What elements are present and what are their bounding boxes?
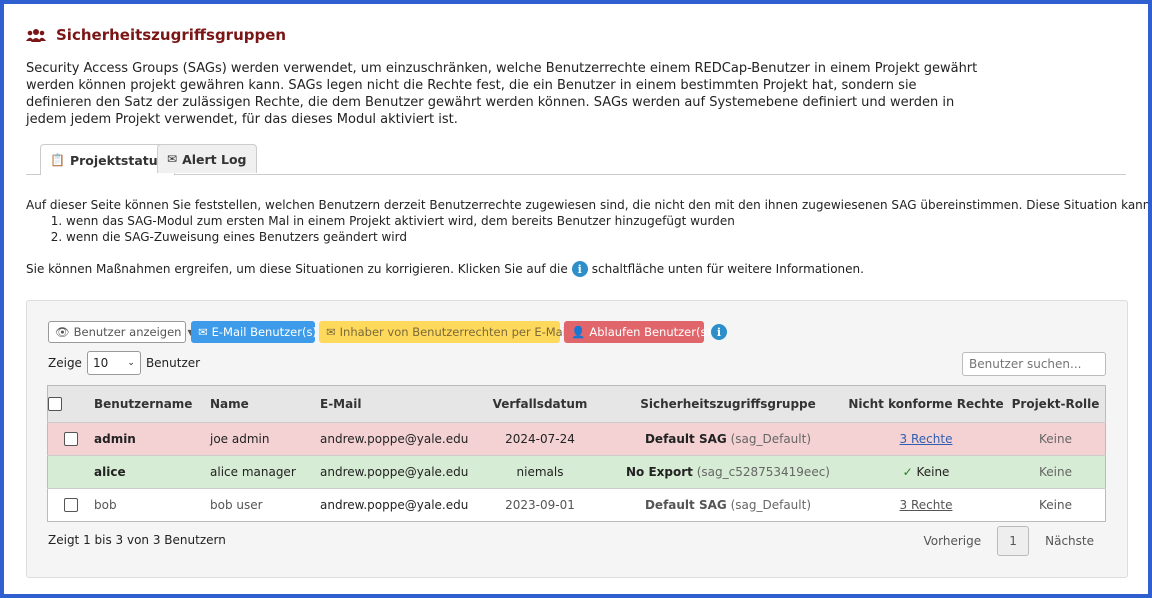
- column-header[interactable]: Nicht konforme Rechte: [846, 385, 1006, 423]
- name-cell: joe admin: [210, 422, 320, 456]
- column-header[interactable]: Name: [210, 385, 320, 423]
- username-cell: admin: [94, 422, 210, 456]
- email-cell: andrew.poppe@yale.edu: [320, 488, 470, 522]
- table-row: bob bob user andrew.poppe@yale.edu 2023-…: [47, 488, 1106, 522]
- users-table: Benutzername Name E-Mail Verfallsdatum S…: [47, 385, 1106, 522]
- pagination-previous[interactable]: Vorherige: [924, 534, 982, 548]
- column-header[interactable]: Verfallsdatum: [470, 385, 610, 423]
- envelope-user-icon: ✉: [326, 325, 336, 339]
- noncompliant-cell: ✓ Keine: [846, 455, 1006, 489]
- expire-users-button[interactable]: 👤 Ablaufen Benutzer(s): [564, 321, 711, 343]
- info-icon[interactable]: i: [711, 324, 727, 340]
- page-title: Sicherheitszugriffsgruppen: [26, 26, 286, 44]
- page-length-select[interactable]: 10 ⌄: [86, 351, 141, 375]
- email-cell: andrew.poppe@yale.edu: [320, 422, 470, 456]
- noncompliant-rights-link[interactable]: 3 Rechte: [900, 498, 953, 512]
- name-cell: alice manager: [210, 455, 320, 489]
- noncompliant-cell: 3 Rechte: [846, 422, 1006, 456]
- pagination-page[interactable]: 1: [997, 526, 1030, 556]
- info-icon[interactable]: i: [571, 261, 588, 277]
- row-checkbox[interactable]: [64, 432, 78, 447]
- select-all-checkbox[interactable]: [48, 397, 62, 412]
- role-cell: Keine: [1006, 488, 1106, 522]
- table-info: Zeigt 1 bis 3 von 3 Benutzern: [48, 533, 226, 547]
- table-header-row: Benutzername Name E-Mail Verfallsdatum S…: [47, 385, 1106, 423]
- users-group-icon: [26, 29, 46, 42]
- username-cell: alice: [94, 455, 210, 489]
- email-cell: andrew.poppe@yale.edu: [320, 455, 470, 489]
- page-frame: Sicherheitszugriffsgruppen Security Acce…: [4, 4, 1148, 594]
- noncompliant-rights-link[interactable]: 3 Rechte: [900, 432, 953, 446]
- action-hint: Sie können Maßnahmen ergreifen, um diese…: [26, 261, 864, 277]
- show-users-dropdown[interactable]: 👁 Benutzer anzeigen ▼: [48, 321, 194, 343]
- row-checkbox[interactable]: [64, 498, 78, 513]
- envelopes-icon: ✉: [167, 152, 178, 166]
- description-text: Auf dieser Seite können Sie feststellen,…: [26, 198, 1148, 212]
- column-header[interactable]: Projekt-Rolle: [1006, 385, 1106, 423]
- expiration-cell: 2024-07-24: [470, 422, 610, 456]
- table-row: admin joe admin andrew.poppe@yale.edu 20…: [47, 422, 1106, 456]
- user-xmark-icon: 👤: [571, 325, 586, 339]
- expiration-cell: niemals: [470, 455, 610, 489]
- noncompliant-cell: 3 Rechte: [846, 488, 1006, 522]
- page-title-text: Sicherheitszugriffsgruppen: [56, 26, 287, 44]
- tab-bar: 📋 Projektstatus ✉ Alert Log: [26, 144, 1126, 175]
- intro-paragraph: Security Access Groups (SAGs) werden ver…: [26, 61, 978, 127]
- check-icon: ✓: [902, 465, 913, 479]
- page-length-control: Zeige 10 ⌄ Benutzer: [48, 351, 200, 375]
- username-cell: bob: [94, 488, 210, 522]
- description-item: wenn das SAG-Modul zum ersten Mal in ein…: [66, 213, 1148, 229]
- chevron-down-icon: ⌄: [127, 358, 135, 368]
- role-cell: Keine: [1006, 422, 1106, 456]
- sag-cell: Default SAG (sag_Default): [610, 422, 846, 456]
- expiration-cell: 2023-09-01: [470, 488, 610, 522]
- eye-icon: 👁: [55, 325, 70, 339]
- clipboard-check-icon: 📋: [50, 153, 65, 167]
- email-rights-holders-button[interactable]: ✉ Inhaber von Benutzerrechten per E-Mail: [319, 321, 569, 343]
- name-cell: bob user: [210, 488, 320, 522]
- description-item: wenn die SAG-Zuweisung eines Benutzers g…: [66, 229, 1148, 245]
- table-row: alice alice manager andrew.poppe@yale.ed…: [47, 455, 1106, 489]
- tab-alert-log[interactable]: ✉ Alert Log: [157, 144, 257, 173]
- email-users-button[interactable]: ✉ E-Mail Benutzer(s): [191, 321, 317, 343]
- description-list: wenn das SAG-Modul zum ersten Mal in ein…: [26, 213, 1148, 245]
- users-panel: 👁 Benutzer anzeigen ▼ ✉ E-Mail Benutzer(…: [26, 300, 1128, 578]
- column-header[interactable]: E-Mail: [320, 385, 470, 423]
- user-search-input[interactable]: [962, 352, 1106, 376]
- role-cell: Keine: [1006, 455, 1106, 489]
- sag-cell: Default SAG (sag_Default): [610, 488, 846, 522]
- column-header[interactable]: Sicherheitszugriffsgruppe: [610, 385, 846, 423]
- tab-projektstatus[interactable]: 📋 Projektstatus: [40, 144, 176, 175]
- sag-cell: No Export (sag_c528753419eec): [610, 455, 846, 489]
- pagination: Vorherige 1 Nächste: [924, 526, 1094, 556]
- description: Auf dieser Seite können Sie feststellen,…: [26, 197, 1148, 245]
- column-header[interactable]: Benutzername: [94, 385, 210, 423]
- envelope-icon: ✉: [198, 325, 208, 339]
- pagination-next[interactable]: Nächste: [1045, 534, 1094, 548]
